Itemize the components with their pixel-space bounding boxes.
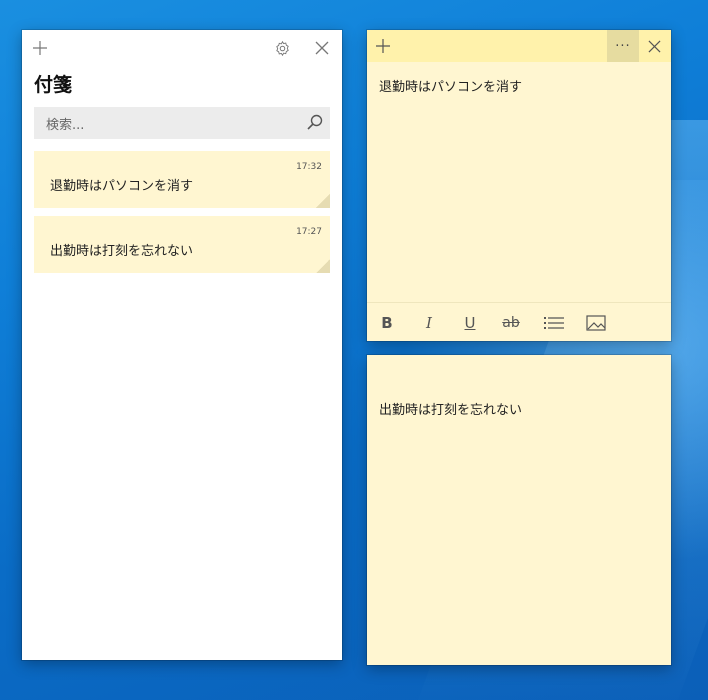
gear-icon <box>275 40 289 56</box>
notes-list-window: 付箋 検索... 17:32 退勤時はパソコンを消す 17:27 出勤時は打刻を… <box>22 30 342 660</box>
list-item[interactable]: 17:32 退勤時はパソコンを消す <box>34 151 330 208</box>
search-icon[interactable] <box>306 113 324 135</box>
note-preview: 退勤時はパソコンを消す <box>50 179 194 194</box>
insert-image-button[interactable] <box>585 313 607 333</box>
bullet-list-icon <box>544 317 564 329</box>
sticky-note-window: 出勤時は打刻を忘れない <box>367 355 671 665</box>
close-button[interactable] <box>645 37 663 55</box>
page-fold-icon <box>316 259 330 273</box>
settings-button[interactable] <box>272 38 292 58</box>
list-titlebar <box>22 30 342 66</box>
plus-icon <box>376 39 390 53</box>
note-preview: 出勤時は打刻を忘れない <box>50 244 194 259</box>
note-time: 17:32 <box>296 162 322 172</box>
plus-icon <box>33 41 47 55</box>
image-icon <box>586 315 606 331</box>
list-button[interactable] <box>543 313 565 333</box>
close-button[interactable] <box>312 38 332 58</box>
page-title: 付箋 <box>34 74 73 96</box>
ellipsis-icon: ··· <box>615 38 631 54</box>
sticky-note-window: ··· 退勤時はパソコンを消す B I U ab <box>367 30 671 341</box>
list-item[interactable]: 17:27 出勤時は打刻を忘れない <box>34 216 330 273</box>
new-note-button[interactable] <box>373 36 393 56</box>
note-titlebar[interactable]: ··· <box>367 30 671 62</box>
more-options-button[interactable]: ··· <box>607 30 639 62</box>
note-body[interactable]: 出勤時は打刻を忘れない <box>379 399 522 418</box>
strikethrough-button[interactable]: ab <box>500 313 522 333</box>
note-body[interactable]: 退勤時はパソコンを消す <box>379 76 522 95</box>
format-toolbar: B I U ab <box>367 302 671 342</box>
new-note-button[interactable] <box>30 38 50 58</box>
search-placeholder: 検索... <box>46 118 85 133</box>
note-time: 17:27 <box>296 227 322 237</box>
close-icon <box>315 41 329 55</box>
close-icon <box>648 40 660 52</box>
bold-button[interactable]: B <box>376 313 398 333</box>
page-fold-icon <box>316 194 330 208</box>
search-input[interactable]: 検索... <box>34 107 330 139</box>
underline-button[interactable]: U <box>459 313 481 333</box>
italic-button[interactable]: I <box>418 313 440 333</box>
